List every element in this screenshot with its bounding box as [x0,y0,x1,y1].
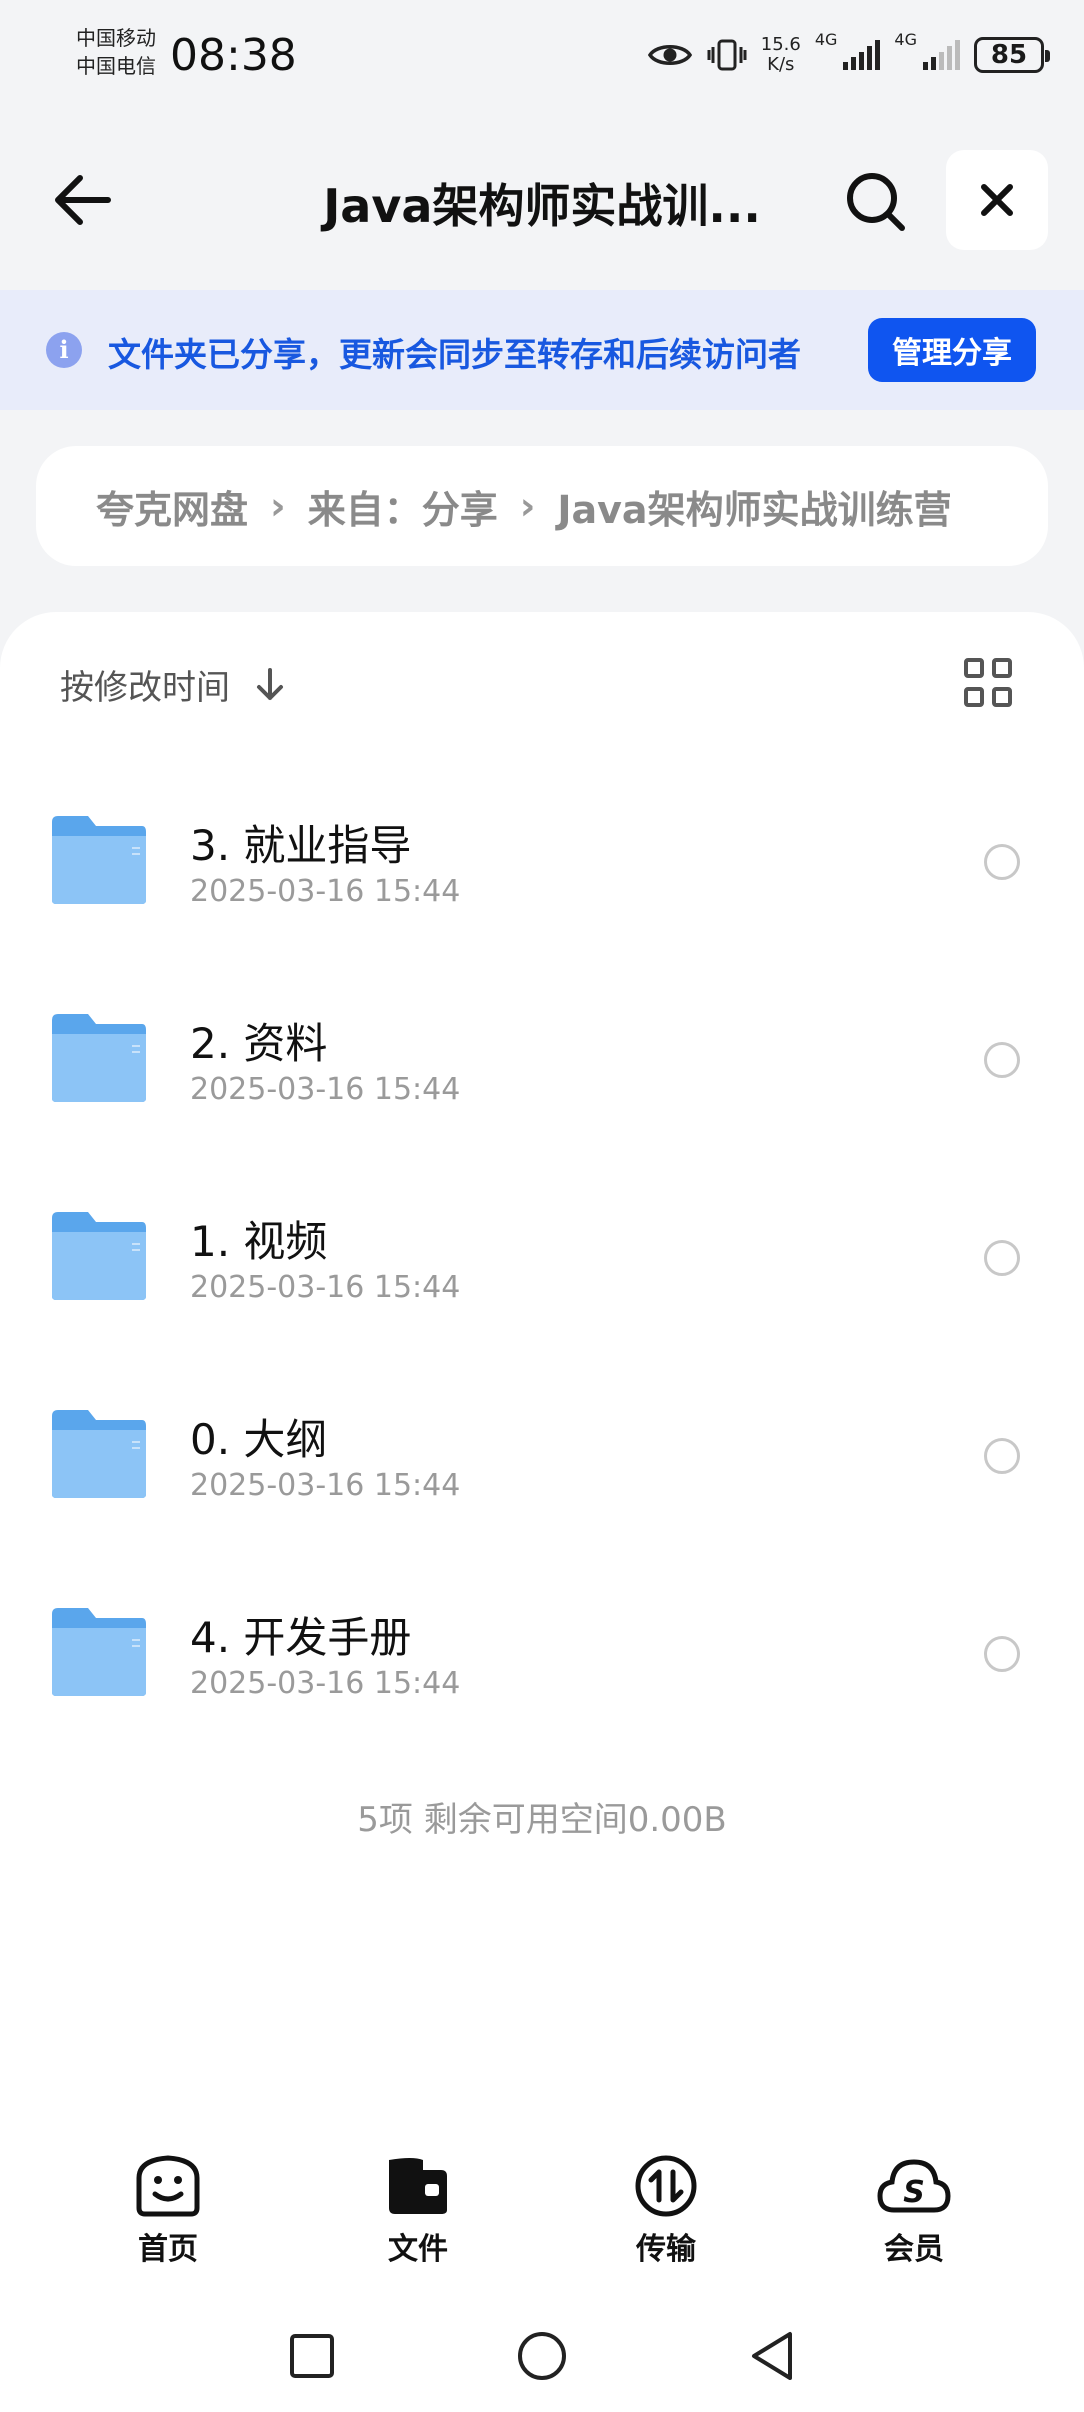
folder-row[interactable]: 2. 资料 2025-03-16 15:44 [0,960,1084,1158]
wallet-folder-icon [389,2158,447,2214]
folder-name: 1. 视频 [190,1217,328,1266]
sort-button[interactable]: 按修改时间 [60,660,284,709]
carrier-1: 中国移动 [76,26,156,50]
recents-button[interactable] [282,2326,342,2386]
vibrate-icon [707,39,747,71]
folder-name: 3. 就业指导 [190,821,412,870]
speed-value: 15.6 [760,34,801,55]
circle-icon [518,2332,566,2380]
folder-row[interactable]: 3. 就业指导 2025-03-16 15:44 [0,762,1084,960]
status-indicators: 15.6 K/s 4G 4G 85 [647,30,1050,80]
header-bar: Java架构师实战训... [0,140,1084,260]
network-speed: 15.6 K/s [761,35,801,75]
select-radio[interactable] [984,1240,1020,1276]
close-button[interactable] [946,150,1048,250]
grid-icon [964,658,984,678]
folder-icon [52,1410,146,1498]
folder-row[interactable]: 1. 视频 2025-03-16 15:44 [0,1158,1084,1356]
file-list: 3. 就业指导 2025-03-16 15:44 2. 资料 2025-03-1… [0,762,1084,1752]
manage-share-button[interactable]: 管理分享 [868,318,1036,382]
nav-transfer-label: 传输 [636,2232,696,2267]
folder-name: 0. 大纲 [190,1415,328,1464]
chevron-right-icon: › [270,484,286,528]
back-button[interactable] [44,162,120,238]
carrier-info: 中国移动 中国电信 [76,24,156,80]
breadcrumb: 夸克网盘 › 来自：分享 › Java架构师实战训练营 [36,446,1048,566]
status-time: 08:38 [170,30,297,81]
breadcrumb-item-share[interactable]: 来自：分享 [308,479,498,534]
nav-files-label: 文件 [388,2232,448,2267]
nav-home-label: 首页 [138,2232,198,2267]
breadcrumb-item-root[interactable]: 夸克网盘 [96,479,248,534]
select-radio[interactable] [984,844,1020,880]
signal-icon [843,40,881,70]
page-title: Java架构师实战训... [323,179,761,233]
back-arrow-icon [55,175,111,225]
transfer-icon [635,2155,697,2217]
network-type-1: 4G [814,30,838,49]
storage-summary: 5项 剩余可用空间0.00B [357,1800,727,1840]
system-nav-bar [0,2300,1084,2412]
share-banner: i 文件夹已分享，更新会同步至转存和后续访问者 管理分享 [0,290,1084,410]
nav-vip-label: 会员 [884,2232,944,2267]
folder-name: 2. 资料 [190,1019,328,1068]
home-face-icon [136,2155,200,2217]
home-button[interactable] [512,2326,572,2386]
close-icon [981,184,1013,216]
folder-date: 2025-03-16 15:44 [190,874,461,909]
folder-icon [52,1608,146,1696]
battery-indicator: 85 [974,37,1050,73]
search-icon [847,173,905,231]
bottom-nav: 首页 文件 传输 S 会员 [0,2150,1084,2290]
svg-text:S: S [903,2175,925,2210]
search-button[interactable] [836,162,916,242]
select-radio[interactable] [984,1636,1020,1672]
nav-home[interactable]: 首页 [98,2154,238,2268]
signal-weak-icon [923,40,960,70]
eye-icon [647,45,692,65]
folder-icon [52,816,146,904]
arrow-down-icon [257,667,283,700]
select-radio[interactable] [984,1438,1020,1474]
nav-files[interactable]: 文件 [348,2154,488,2268]
grid-view-toggle[interactable] [964,658,1014,708]
speed-unit: K/s [767,54,795,75]
folder-date: 2025-03-16 15:44 [190,1072,461,1107]
system-back-button[interactable] [742,2326,802,2386]
sort-label: 按修改时间 [60,668,230,708]
folder-icon [52,1014,146,1102]
info-icon: i [46,332,82,368]
carrier-2: 中国电信 [76,54,156,78]
share-banner-text: 文件夹已分享，更新会同步至转存和后续访问者 [108,335,801,374]
folder-row[interactable]: 0. 大纲 2025-03-16 15:44 [0,1356,1084,1554]
folder-date: 2025-03-16 15:44 [190,1468,461,1503]
file-list-panel: 按修改时间 3. 就业指导 2025-03-16 15:44 2. 资料 202… [0,612,1084,2412]
breadcrumb-item-current[interactable]: Java架构师实战训练营 [557,479,951,534]
nav-transfer[interactable]: 传输 [596,2154,736,2268]
status-bar: 中国移动 中国电信 08:38 15.6 K/s 4G 4G 85 [0,0,1084,110]
folder-icon [52,1212,146,1300]
folder-row[interactable]: 4. 开发手册 2025-03-16 15:44 [0,1554,1084,1752]
folder-date: 2025-03-16 15:44 [190,1666,461,1701]
network-type-2: 4G [894,30,917,49]
select-radio[interactable] [984,1042,1020,1078]
folder-name: 4. 开发手册 [190,1613,412,1662]
nav-vip[interactable]: S 会员 [844,2154,984,2268]
square-icon [290,2334,334,2378]
triangle-back-icon [752,2332,792,2380]
chevron-right-icon: › [519,484,536,528]
folder-date: 2025-03-16 15:44 [190,1270,461,1305]
vip-cloud-icon: S [877,2159,951,2213]
